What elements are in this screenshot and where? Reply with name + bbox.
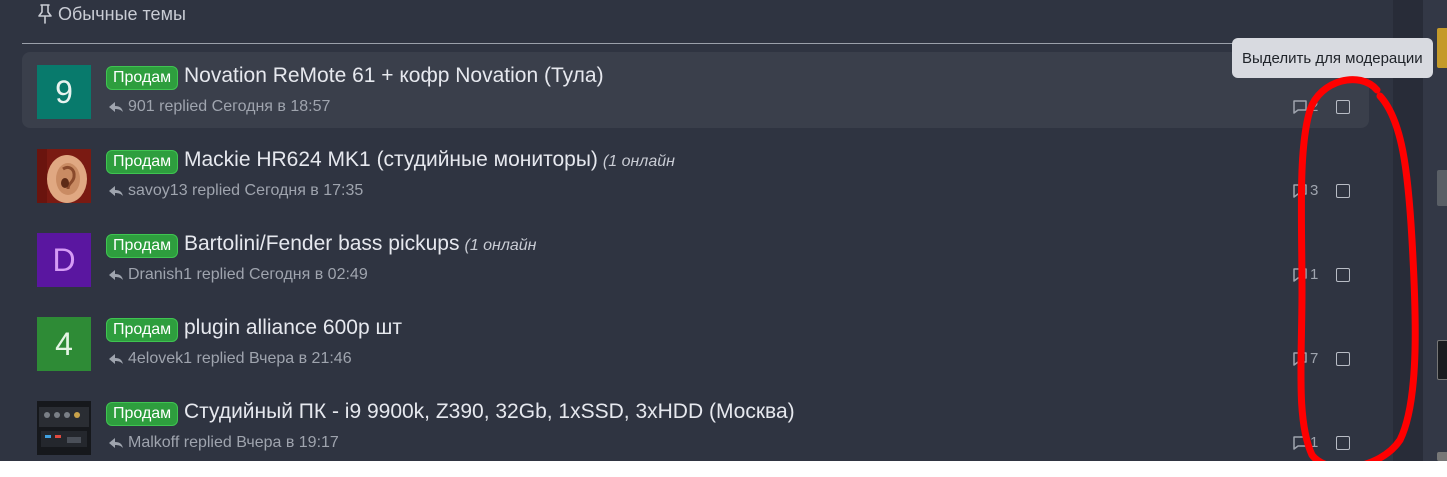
moderation-tooltip: Выделить для модерации (1232, 38, 1433, 78)
replied-label: replied (196, 266, 245, 283)
sidebar-thumbnail[interactable] (1437, 452, 1447, 461)
avatar-letter: 4 (55, 325, 73, 362)
reply-count-value: 2 (1310, 98, 1319, 115)
comment-bubble-icon (1293, 183, 1307, 198)
user-avatar[interactable]: D (37, 233, 91, 287)
thread-title[interactable]: plugin alliance 600р шт (184, 316, 402, 339)
sidebar-thumbnail[interactable] (1437, 170, 1447, 206)
last-poster-link[interactable]: Dranish1 (128, 266, 192, 284)
thread-title-link[interactable]: plugin alliance 600р шт (184, 316, 402, 340)
last-poster-link[interactable]: 901 (128, 98, 155, 116)
avatar-letter: D (52, 241, 76, 278)
last-post-time[interactable]: Вчера в 19:17 (236, 434, 339, 452)
online-indicator: (1 онлайн (464, 237, 537, 254)
section-title: Обычные темы (58, 3, 186, 24)
thread-row[interactable]: 9 Продам Novation ReMote 61 + кофр Novat… (22, 52, 1369, 128)
ear-photo-avatar (37, 149, 91, 203)
reply-arrow-icon (109, 438, 123, 448)
thread-row[interactable]: 4 Продам plugin alliance 600р шт 4elovek… (22, 304, 1369, 380)
studio-pc-photo-avatar (37, 401, 91, 455)
thread-title[interactable]: Mackie HR624 MK1 (студийные мониторы) (184, 148, 598, 171)
reply-count-value: 7 (1310, 350, 1319, 367)
thread-title[interactable]: Студийный ПК - i9 9900k, Z390, 32Gb, 1xS… (184, 400, 795, 423)
replied-label: replied (159, 98, 208, 115)
thread-row[interactable]: Продам Студийный ПК - i9 9900k, Z390, 32… (22, 388, 1369, 461)
thread-title-link[interactable]: Mackie HR624 MK1 (студийные мониторы) (1 … (184, 148, 675, 172)
reply-arrow-icon (109, 354, 123, 364)
last-poster-link[interactable]: savoy13 (128, 182, 188, 200)
comment-bubble-icon (1293, 435, 1307, 450)
reply-count: 7 (1292, 350, 1318, 367)
section-divider (22, 43, 1393, 44)
thread-meta: 4elovek1 replied Вчера в 21:46 (108, 350, 352, 368)
reply-count-value: 3 (1310, 182, 1319, 199)
online-indicator: (1 онлайн (602, 153, 675, 170)
last-poster-link[interactable]: 4elovek1 (128, 350, 192, 368)
thread-meta: Dranish1 replied Сегодня в 02:49 (108, 266, 368, 284)
replied-label: replied (183, 434, 232, 451)
thread-meta: Malkoff replied Вчера в 19:17 (108, 434, 339, 452)
user-avatar[interactable]: 9 (37, 65, 91, 119)
section-header: Обычные темы (36, 2, 186, 26)
thread-title-link[interactable]: Студийный ПК - i9 9900k, Z390, 32Gb, 1xS… (184, 400, 795, 424)
thread-list-panel: Обычные темы 9 Продам Novation ReMote 61… (0, 0, 1393, 461)
prefix-badge[interactable]: Продам (106, 402, 179, 426)
thread-title[interactable]: Novation ReMote 61 + кофр Novation (Тула… (184, 64, 604, 87)
reply-arrow-icon (109, 270, 123, 280)
last-post-time[interactable]: Сегодня в 18:57 (212, 98, 331, 116)
prefix-badge[interactable]: Продам (106, 150, 179, 174)
comment-bubble-icon (1293, 351, 1307, 366)
last-post-time[interactable]: Вчера в 21:46 (249, 350, 352, 368)
reply-count-value: 1 (1310, 266, 1319, 283)
reply-count: 1 (1292, 266, 1318, 283)
forum-page: Обычные темы 9 Продам Novation ReMote 61… (0, 0, 1447, 461)
last-poster-link[interactable]: Malkoff (128, 434, 179, 452)
thread-row[interactable]: D Продам Bartolini/Fender bass pickups (1… (22, 220, 1369, 296)
replied-label: replied (192, 182, 241, 199)
prefix-badge[interactable]: Продам (106, 66, 179, 90)
reply-arrow-icon (109, 102, 123, 112)
avatar-letter: 9 (55, 73, 73, 110)
moderation-checkbox[interactable] (1336, 436, 1350, 450)
reply-count: 3 (1292, 182, 1318, 199)
moderation-checkbox[interactable] (1336, 184, 1350, 198)
reply-count: 2 (1292, 98, 1318, 115)
user-avatar[interactable]: 4 (37, 317, 91, 371)
thread-row[interactable]: Продам Mackie HR624 MK1 (студийные монит… (22, 136, 1369, 212)
thread-title-link[interactable]: Novation ReMote 61 + кофр Novation (Тула… (184, 64, 604, 88)
reply-count: 1 (1292, 434, 1318, 451)
thread-meta: savoy13 replied Сегодня в 17:35 (108, 182, 363, 200)
sidebar-thumbnail[interactable] (1437, 28, 1447, 68)
last-post-time[interactable]: Сегодня в 02:49 (249, 266, 368, 284)
sidebar-thumbnail[interactable] (1437, 340, 1447, 380)
prefix-badge[interactable]: Продам (106, 234, 179, 258)
replied-label: replied (196, 350, 245, 367)
user-avatar[interactable] (37, 401, 91, 455)
moderation-checkbox[interactable] (1336, 100, 1350, 114)
moderation-checkbox[interactable] (1336, 352, 1350, 366)
thread-title[interactable]: Bartolini/Fender bass pickups (184, 232, 459, 255)
prefix-badge[interactable]: Продам (106, 318, 179, 342)
thread-title-link[interactable]: Bartolini/Fender bass pickups (1 онлайн (184, 232, 536, 256)
moderation-checkbox[interactable] (1336, 268, 1350, 282)
thread-meta: 901 replied Сегодня в 18:57 (108, 98, 330, 116)
reply-count-value: 1 (1310, 434, 1319, 451)
reply-arrow-icon (109, 186, 123, 196)
pin-icon (38, 4, 52, 24)
last-post-time[interactable]: Сегодня в 17:35 (245, 182, 364, 200)
comment-bubble-icon (1293, 99, 1307, 114)
comment-bubble-icon (1293, 267, 1307, 282)
user-avatar[interactable] (37, 149, 91, 203)
